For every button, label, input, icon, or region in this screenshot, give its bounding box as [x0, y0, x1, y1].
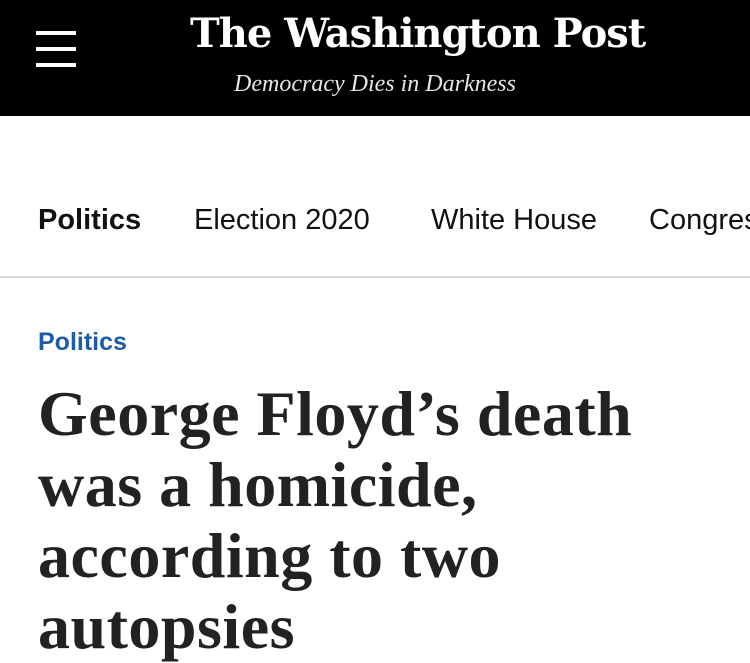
- brand-logo[interactable]: The Washington Post: [190, 12, 646, 56]
- section-nav: Politics Election 2020 White House Congr…: [0, 116, 750, 278]
- masthead: The Washington Post Democracy Dies in Da…: [0, 0, 750, 116]
- hamburger-menu-icon[interactable]: [36, 31, 76, 67]
- menu-bar-bottom: [36, 63, 76, 67]
- nav-item-white-house[interactable]: White House: [431, 203, 597, 237]
- nav-item-politics[interactable]: Politics: [38, 203, 141, 237]
- menu-bar-top: [36, 31, 76, 35]
- nav-item-congress[interactable]: Congress: [649, 203, 750, 237]
- tagline: Democracy Dies in Darkness: [234, 71, 516, 97]
- section-kicker-link[interactable]: Politics: [38, 327, 127, 357]
- nav-item-election-2020[interactable]: Election 2020: [194, 203, 370, 237]
- article-headline: George Floyd’s death was a homicide, acc…: [38, 378, 633, 662]
- menu-bar-middle: [36, 47, 76, 51]
